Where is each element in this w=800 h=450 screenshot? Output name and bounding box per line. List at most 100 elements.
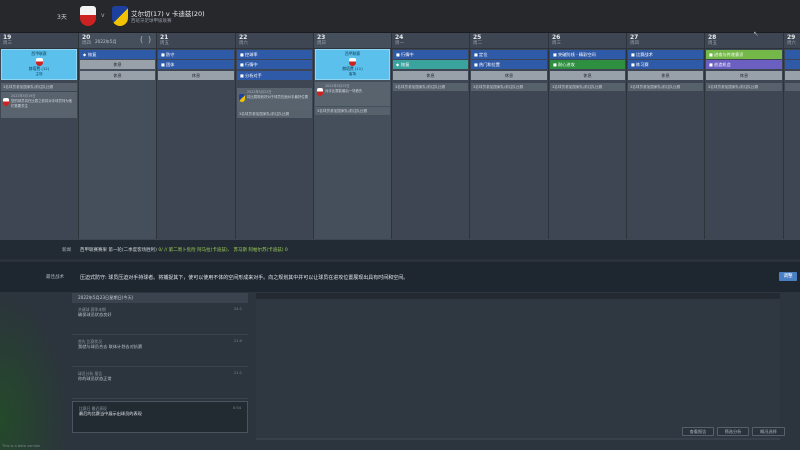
session-label: 突破防线 - 精彩空间 [558, 52, 596, 57]
training-session[interactable] [785, 50, 800, 59]
inbox-item-time: 0:54 [232, 406, 241, 410]
day-number: 22 [239, 34, 248, 41]
event-card[interactable]: 2022年5月23日 对手比赛能最后一场首先 [315, 82, 390, 106]
training-session[interactable]: ■比赛战术 [628, 50, 703, 59]
away-team-crest-icon[interactable] [112, 6, 128, 26]
rest-session[interactable]: 休息 [158, 71, 234, 80]
versus-label: v [101, 12, 105, 19]
rest-session[interactable]: 休息 [628, 71, 703, 80]
match-competition: 西甲联赛 [344, 51, 361, 56]
training-session[interactable]: ■热门和位置 [471, 60, 547, 69]
day-column-23: 23 周日 西甲联赛 赫塔费 (11) 客场 2022年5月23日 对手比赛能最后… [314, 33, 392, 239]
day-weekday: 周一 [395, 41, 404, 46]
day-column-24: 24 周一 ■行情中 ◆ 恢复 休息 3名球员参加国家队/前往队比赛 [392, 33, 470, 239]
filter-analysis-button[interactable]: 筛选分析 [717, 427, 749, 436]
fixture-note[interactable]: 3名球员参加国家队/前往队比赛 [315, 107, 390, 115]
inbox-item-desc: 我就与球员合去 联体计划去对抗赛 [78, 344, 143, 349]
rest-session[interactable]: 休息 [471, 71, 547, 80]
match-card[interactable]: 西甲联赛 赫塔费 (12) 主场 [1, 49, 77, 80]
inbox-item-time: 21:1 [233, 371, 242, 375]
news-bar: 新闻 西甲联赛赛果 第一轮(二季度客场胜利) 0/ // 第二周卜危险 阿马拉(… [0, 239, 800, 259]
session-label: 行情中 [401, 52, 414, 57]
day-header: 27 周四 [627, 33, 704, 49]
inbox-item[interactable]: 首先 比赛状况 我就与球员合去 联体计划去对抗赛 21:0 [72, 335, 248, 367]
session-label: 团体 [166, 62, 175, 67]
training-session[interactable]: ■行情中 [393, 50, 468, 59]
day-header: 19 周三 [0, 33, 78, 49]
prev-week-button[interactable]: ( [140, 36, 143, 44]
rest-session[interactable]: 休息 [393, 71, 468, 80]
session-label: 热门和位置 [479, 62, 500, 67]
fixture-note[interactable]: 3名球员参加国家队/前往队比赛 [471, 83, 547, 91]
training-session[interactable]: ■团体 [158, 60, 234, 69]
view-report-button[interactable]: 查看报告 [682, 427, 714, 436]
training-session[interactable]: ■控球率 [237, 50, 312, 59]
next-week-button[interactable]: ) [148, 36, 151, 44]
training-session[interactable]: ■定位 [471, 50, 547, 59]
training-session[interactable] [785, 60, 800, 69]
overview-select-button[interactable]: 概况选择 [752, 427, 785, 436]
day-column-26: 26 周三 ■突破防线 - 精彩空间 ■耐心进攻 休息 3名球员参加国家队/前往队… [549, 33, 627, 239]
rest-session[interactable]: 休息 [706, 71, 782, 80]
fixture-note[interactable]: 3名球员参加国家队/前往队比赛 [550, 83, 625, 91]
fixture-note[interactable] [785, 83, 800, 91]
event-card[interactable]: 2022年5月19日 您的球员将在比赛之前将对手球员列为他们首要关注 [1, 92, 77, 118]
day-weekday: 周六 [239, 41, 248, 46]
days-until-match: 3天 [57, 14, 67, 21]
beta-notice: This is a beta version [2, 444, 41, 448]
adjust-button[interactable]: 调整 [779, 272, 797, 281]
tactic-advice-bar: 最佳战术 压迫式防守: 球员压迫对手持球者。将捕捉其下，使可以使用不体的空间形成… [0, 262, 800, 292]
fixture-note[interactable]: 3名球员参加国家队/前往队比赛 [706, 83, 782, 91]
inbox-item-desc: 最后的比赛当中展示出球员的表现 [79, 411, 142, 416]
training-session[interactable]: ◆ 恢复 [80, 50, 155, 59]
fixture-note[interactable]: 3名球员参加国家队/前往队比赛 [1, 83, 77, 91]
rest-session[interactable]: 休息 [550, 71, 625, 80]
rest-session[interactable]: 休息 [80, 71, 155, 80]
news-ticker[interactable]: 西甲联赛赛果 第一轮(二季度客场胜利) 0/ // 第二周卜危险 阿马拉(卡迪兹… [80, 247, 288, 253]
training-session[interactable]: ■突破防线 - 精彩空间 [550, 50, 625, 59]
event-text: 对手比赛能最后一场首先 [325, 89, 363, 93]
day-header: 24 周一 [392, 33, 469, 49]
day-number: 27 [630, 34, 639, 41]
fixture-note[interactable]: 3名球员参加国家队/前往队比赛 [237, 110, 312, 118]
training-session[interactable]: ■行情中 [237, 60, 312, 69]
training-session[interactable]: ◆ 恢复 [393, 60, 468, 69]
home-team-crest-icon[interactable] [80, 6, 96, 26]
match-card[interactable]: 西甲联赛 赫塔费 (11) 客场 [315, 49, 390, 80]
fixture-note[interactable]: 3名球员参加国家队/前往队比赛 [628, 83, 703, 91]
inbox-item[interactable]: 球员分析 报告 你的球员状态正常 21:1 [72, 367, 248, 399]
day-number: 26 [552, 34, 561, 41]
match-competition: 西甲联赛 [31, 51, 47, 56]
training-session[interactable]: ■防守 [158, 50, 234, 59]
inbox-item-time: 24:1 [233, 307, 242, 311]
inbox-panel: 2022年5月23日星期日(今天) 关键球 赛季末期 确保球员状态良好 24:1… [72, 293, 248, 438]
day-number: 25 [473, 34, 482, 41]
rest-session[interactable]: 休息 [80, 60, 155, 69]
training-session[interactable]: ■进攻与传递意识 [706, 50, 782, 59]
opponent-crest-icon [35, 58, 43, 66]
training-session[interactable]: ■耐心进攻 [550, 60, 625, 69]
inbox-item-selected[interactable]: 比赛日 最近表现 最后的比赛当中展示出球员的表现 0:54 [72, 401, 248, 433]
opponent-crest-icon [349, 58, 356, 66]
fixture-note[interactable]: 3名球员参加国家队/前往队比赛 [393, 83, 468, 91]
rest-session[interactable] [785, 71, 800, 80]
inbox-item-desc: 确保球员状态良好 [78, 312, 112, 317]
session-label: 比赛战术 [636, 52, 653, 57]
inbox-item[interactable]: 关键球 赛季末期 确保球员状态良好 24:1 [72, 303, 248, 335]
training-session[interactable]: ■练习赛 [628, 60, 703, 69]
day-number: 23 [317, 34, 326, 41]
event-text: 将比赛规划好对于球员在面对手最好位置 [247, 95, 309, 99]
club-crest-icon [3, 98, 9, 106]
match-title[interactable]: 艾尔切(17) v 卡迪兹(20) [131, 8, 205, 18]
cursor-icon: ↖ [753, 30, 759, 38]
session-label: 恢复 [401, 62, 410, 67]
day-header: 26 周三 [549, 33, 626, 49]
day-column-20: 20 周四 2022年5月 () ◆ 恢复 休息 休息 [79, 33, 157, 239]
day-column-25: 25 周二 ■定位 ■热门和位置 休息 3名球员参加国家队/前往队比赛 [470, 33, 549, 239]
club-crest-icon [317, 88, 323, 96]
news-highlight: 0/ // 第二周卜危险 阿马拉(卡迪兹)、 苏马斯 阿帕尔苏(卡迪兹) 0 [158, 248, 288, 253]
event-text: 您的球员将在比赛之前将对手球员列为他们首要关注 [11, 99, 73, 108]
day-weekday: 周五 [708, 41, 717, 46]
training-session[interactable]: ■创造机会 [706, 60, 782, 69]
training-session[interactable]: ■分析对手 [237, 71, 312, 80]
